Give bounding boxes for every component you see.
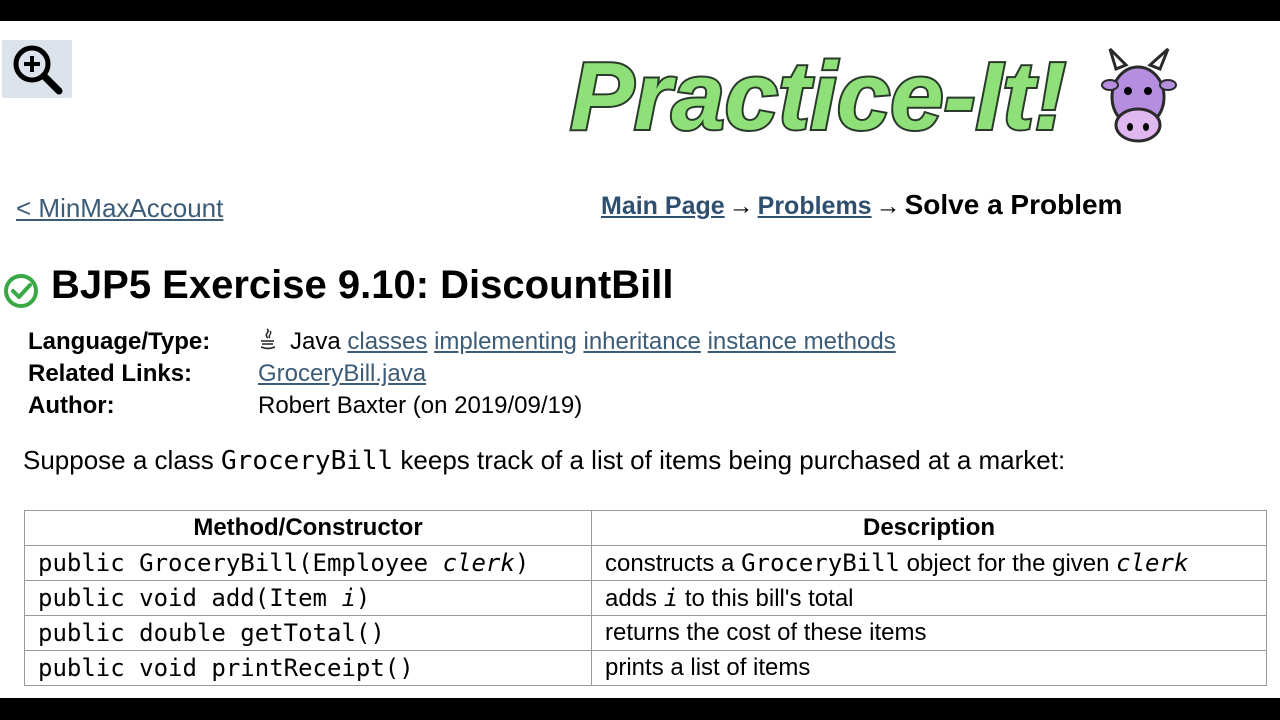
problem-meta: Language/Type: Java classes implementing… (28, 326, 896, 422)
breadcrumb-arrow: → (728, 192, 754, 220)
problem-intro: Suppose a class GroceryBill keeps track … (23, 445, 1065, 476)
zoom-in-button[interactable] (2, 40, 72, 98)
column-header: Description (591, 510, 1267, 546)
intro-text: keeps track of a list of items being pur… (393, 445, 1066, 475)
breadcrumb-arrow: → (875, 192, 901, 220)
breadcrumb-main-page[interactable]: Main Page (601, 192, 725, 220)
author-row: Author: Robert Baxter (on 2019/09/19) (28, 390, 896, 422)
previous-problem-link[interactable]: < MinMaxAccount (16, 193, 223, 224)
table-row: public void add(Item i) adds i to this b… (24, 580, 1267, 616)
method-signature: public GroceryBill(Employee clerk) (24, 545, 592, 581)
related-links-label: Related Links: (28, 360, 193, 387)
page: Practice-It! < MinMaxAccount Main Page → P… (0, 21, 1280, 698)
language-value: Java (290, 328, 341, 355)
breadcrumb: Main Page → Problems → Solve a Problem (601, 189, 1122, 221)
java-icon (258, 327, 282, 358)
method-description: constructs a GroceryBill object for the … (591, 545, 1267, 581)
breadcrumb-problems[interactable]: Problems (758, 192, 872, 220)
language-label: Language/Type: (28, 328, 211, 355)
author-value: Robert Baxter (on 2019/09/19) (258, 392, 583, 419)
methods-table: Method/Constructor Description public Gr… (24, 510, 1267, 686)
method-description: prints a list of items (591, 650, 1267, 686)
breadcrumb-current: Solve a Problem (904, 189, 1123, 220)
intro-text: Suppose a class (23, 445, 222, 475)
method-description: returns the cost of these items (591, 615, 1267, 651)
method-signature: public double getTotal() (24, 615, 592, 651)
related-link[interactable]: GroceryBill.java (258, 360, 426, 388)
tag-link[interactable]: implementing (434, 328, 577, 356)
table-row: public void printReceipt() prints a list… (24, 650, 1267, 686)
column-header: Method/Constructor (24, 510, 592, 546)
table-row: public double getTotal() returns the cos… (24, 615, 1267, 651)
intro-class-name: GroceryBill (221, 446, 394, 476)
method-signature: public void printReceipt() (24, 650, 592, 686)
practice-it-logo[interactable]: Practice-It! (566, 33, 1196, 152)
method-description: adds i to this bill's total (591, 580, 1267, 616)
zoom-in-icon (13, 45, 63, 95)
language-row: Language/Type: Java classes implementing… (28, 326, 896, 358)
logo-text: Practice-It! (570, 43, 1066, 150)
tag-link[interactable]: classes (347, 328, 427, 356)
related-links-row: Related Links: GroceryBill.java (28, 358, 896, 390)
cow-mascot-icon (1101, 47, 1177, 143)
table-row: public GroceryBill(Employee clerk) const… (24, 545, 1267, 581)
table-header-row: Method/Constructor Description (24, 510, 1267, 546)
tag-link[interactable]: instance methods (708, 328, 896, 356)
check-circle-icon (4, 274, 38, 308)
method-signature: public void add(Item i) (24, 580, 592, 616)
tag-link[interactable]: inheritance (583, 328, 700, 356)
author-label: Author: (28, 392, 115, 419)
problem-title: BJP5 Exercise 9.10: DiscountBill (51, 263, 674, 307)
